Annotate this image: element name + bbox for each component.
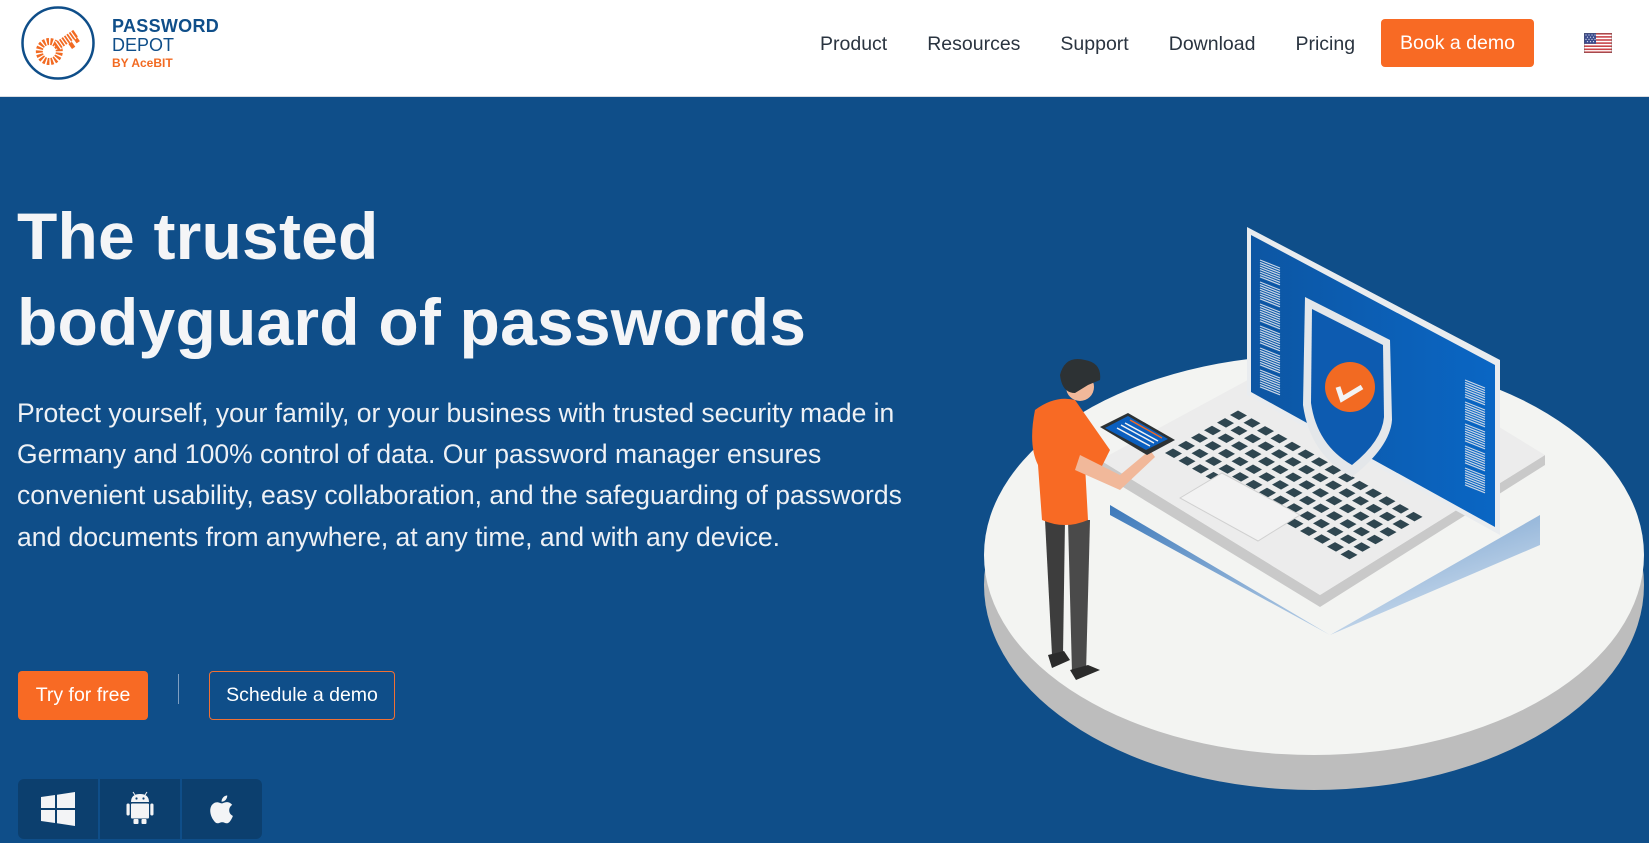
hero-title-line2: bodyguard of passwords <box>17 285 807 359</box>
main-nav: Product Resources Support Download Prici… <box>800 0 1395 88</box>
button-divider <box>178 674 179 704</box>
logo-line2: DEPOT <box>112 35 175 55</box>
apple-icon <box>210 795 233 824</box>
nav-product[interactable]: Product <box>820 33 887 56</box>
us-flag-icon[interactable] <box>1584 33 1612 53</box>
hero-title-line1: The trusted <box>17 199 379 273</box>
nav-pricing[interactable]: Pricing <box>1295 33 1355 56</box>
logo-wordmark: PASSWORD DEPOT BY AceBIT <box>112 17 219 69</box>
hero-description: Protect yourself, your family, or your b… <box>17 398 902 552</box>
platform-selector <box>18 779 262 839</box>
nav-support[interactable]: Support <box>1060 33 1128 56</box>
try-for-free-button[interactable]: Try for free <box>18 671 148 720</box>
hero-title: The trusted bodyguard of passwords <box>17 193 806 365</box>
nav-download[interactable]: Download <box>1169 33 1256 56</box>
book-demo-button[interactable]: Book a demo <box>1381 19 1534 67</box>
site-header: PASSWORD DEPOT BY AceBIT Product Resourc… <box>0 0 1649 97</box>
nav-resources[interactable]: Resources <box>927 33 1020 56</box>
schedule-demo-button[interactable]: Schedule a demo <box>209 671 395 720</box>
logo-line3: BY AceBIT <box>112 56 173 70</box>
android-icon <box>126 791 154 824</box>
hero-illustration <box>984 227 1644 790</box>
platform-apple[interactable] <box>182 779 262 839</box>
platform-windows[interactable] <box>18 779 100 839</box>
windows-icon <box>41 792 75 826</box>
platform-android[interactable] <box>100 779 182 839</box>
logo-line1: PASSWORD <box>112 16 220 36</box>
key-logo-icon <box>21 6 95 80</box>
logo-link[interactable]: PASSWORD DEPOT BY AceBIT <box>20 5 219 81</box>
